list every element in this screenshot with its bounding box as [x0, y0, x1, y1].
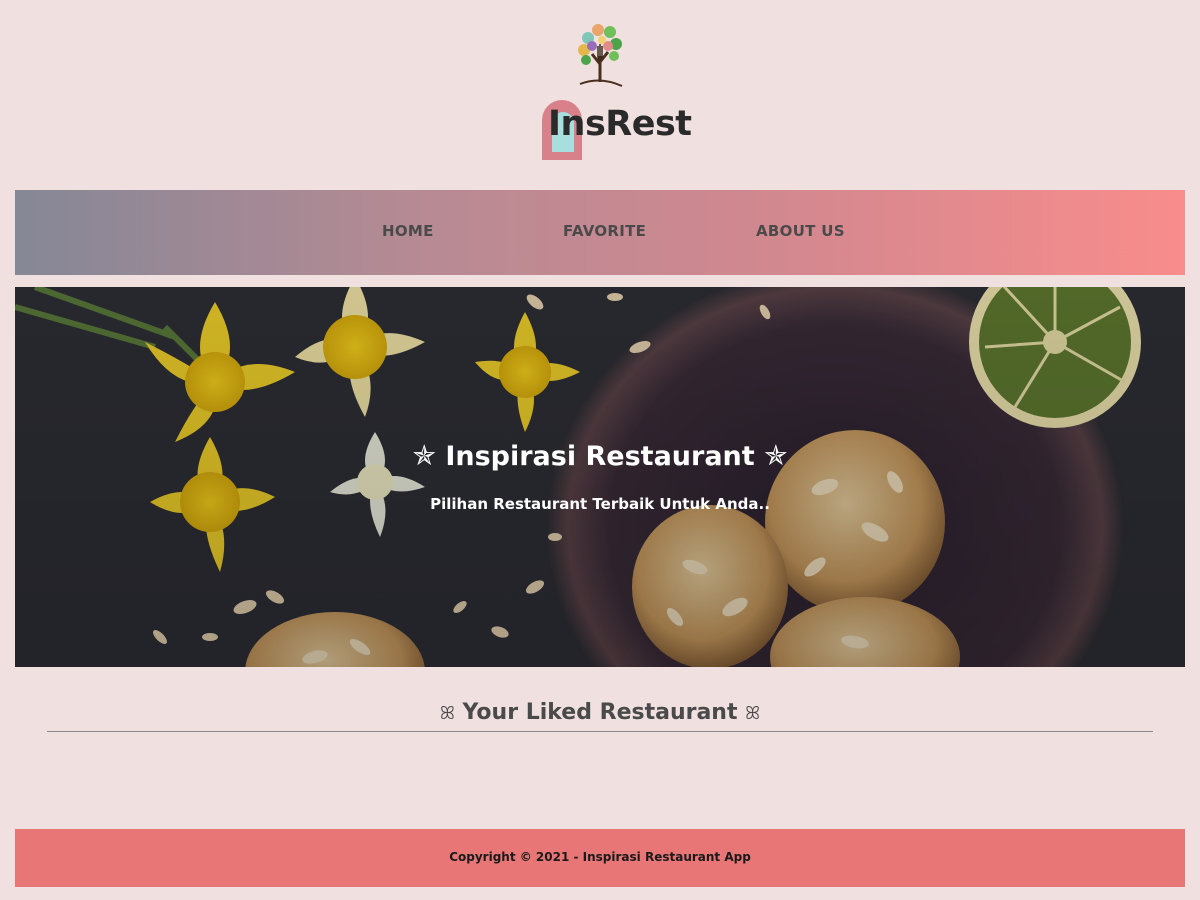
footer-copyright: Copyright © 2021 - Inspirasi Restaurant … [449, 850, 751, 864]
footer: Copyright © 2021 - Inspirasi Restaurant … [15, 829, 1185, 887]
section-title: Your Liked Restaurant [462, 700, 738, 725]
brand-logo: InsRest [0, 96, 1200, 162]
main-nav: HOME FAVORITE ABOUT US [15, 190, 1185, 275]
page: InsRest HOME FAVORITE ABOUT US ✯ Inspira… [0, 0, 1200, 900]
hero-subtitle: Pilihan Restaurant Terbaik Untuk Anda.. [430, 495, 770, 513]
hero-title: Inspirasi Restaurant [445, 441, 755, 472]
ornament-left-icon: ꕤ [439, 703, 455, 724]
nav-item-home[interactable]: HOME [382, 222, 434, 240]
star-icon-right: ✯ [764, 439, 788, 472]
section-heading: ꕤ Your Liked Restaurant ꕤ [0, 700, 1200, 725]
nav-item-about-us[interactable]: ABOUT US [756, 222, 845, 240]
star-icon-left: ✯ [412, 439, 436, 472]
hero-background-image [15, 287, 1185, 667]
section-divider [47, 731, 1153, 732]
tree-fork-logo-icon [578, 24, 623, 87]
ornament-right-icon: ꕤ [745, 703, 761, 724]
nav-item-favorite[interactable]: FAVORITE [563, 222, 646, 240]
hero-banner: ✯ Inspirasi Restaurant ✯ Pilihan Restaur… [15, 287, 1185, 667]
brand-name: InsRest [548, 104, 692, 144]
hero-title-row: ✯ Inspirasi Restaurant ✯ [15, 439, 1185, 472]
